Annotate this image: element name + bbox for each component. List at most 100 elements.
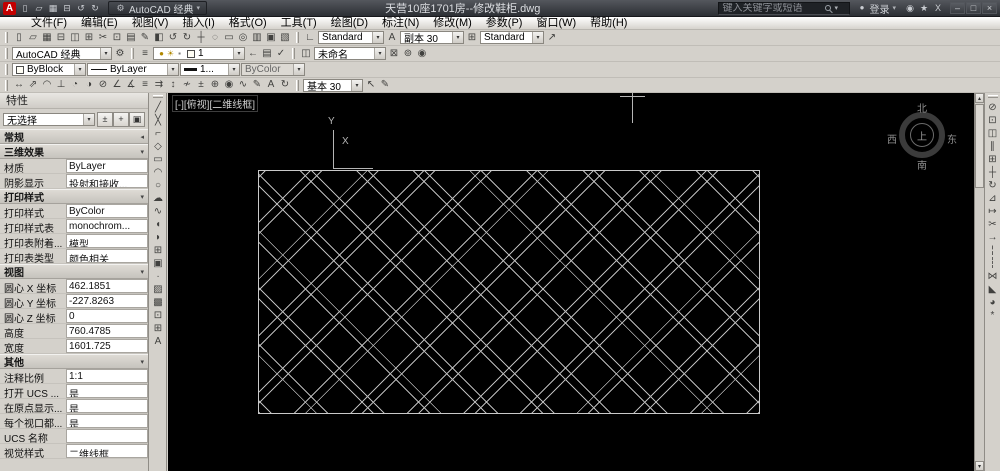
chevron-down-icon[interactable]: ▾: [83, 114, 94, 125]
property-value[interactable]: 462.1851: [66, 279, 148, 293]
search-icon[interactable]: [825, 5, 831, 11]
property-value[interactable]: 二维线框: [66, 444, 148, 458]
toolbar-grip[interactable]: [131, 48, 134, 59]
property-value[interactable]: [66, 429, 148, 443]
hatch-icon[interactable]: ▨: [151, 283, 165, 296]
toolbar-grip[interactable]: [5, 64, 8, 75]
dim-continue-icon[interactable]: ⇉: [152, 79, 166, 92]
property-value[interactable]: 760.4785: [66, 324, 148, 338]
toolbar-grip[interactable]: [5, 80, 8, 91]
multileader-edit-icon[interactable]: ✎: [378, 79, 392, 92]
section-collapse-icon[interactable]: ◂: [140, 133, 144, 141]
zoom-window-icon[interactable]: ▭: [222, 31, 236, 44]
layer-properties-icon[interactable]: ≡: [138, 47, 152, 60]
line-icon[interactable]: ╱: [151, 101, 165, 114]
lineweight-combo[interactable]: 1... ▾: [180, 63, 240, 76]
section-collapse-icon[interactable]: ▾: [140, 358, 144, 366]
copy-icon[interactable]: ⊡: [110, 31, 124, 44]
layer-state-icon[interactable]: ▤: [260, 47, 274, 60]
menu-item-3[interactable]: 视图(V): [125, 17, 176, 30]
toolbar-grip[interactable]: [5, 32, 8, 43]
zoom-extents-icon[interactable]: ⊠: [387, 47, 401, 60]
text-style-icon[interactable]: A: [385, 31, 399, 44]
dim-edit-icon[interactable]: ✎: [250, 79, 264, 92]
menu-item-5[interactable]: 格式(O): [222, 17, 274, 30]
workspace-settings-icon[interactable]: ⚙: [113, 47, 127, 60]
selection-combo[interactable]: 无选择 ▾: [3, 113, 95, 126]
property-value[interactable]: 投射和接收...: [66, 174, 148, 188]
chevron-down-icon[interactable]: ▾: [233, 48, 244, 59]
autocad-logo-icon[interactable]: A: [3, 2, 16, 15]
property-section-header-3[interactable]: 打印样式▾: [0, 189, 148, 204]
redo-icon[interactable]: ↻: [88, 2, 102, 15]
layer-on-icon[interactable]: ●: [157, 47, 166, 60]
pan-icon[interactable]: ┼: [194, 31, 208, 44]
search-options-icon[interactable]: ▾: [834, 4, 838, 12]
toolbar-grip[interactable]: [292, 48, 295, 59]
workspace-switcher[interactable]: ⚙ AutoCAD 经典 ▾: [108, 1, 207, 15]
make-current-icon[interactable]: ✓: [274, 47, 288, 60]
menu-item-4[interactable]: 插入(I): [175, 17, 221, 30]
property-value[interactable]: 颜色相关: [66, 249, 148, 263]
polyline-icon[interactable]: ⌐: [151, 127, 165, 140]
design-center-icon[interactable]: ▣: [264, 31, 278, 44]
quick-select-icon[interactable]: +: [113, 112, 129, 127]
menu-item-9[interactable]: 修改(M): [426, 17, 479, 30]
trim-icon[interactable]: ✂: [986, 218, 1000, 231]
favorites-icon[interactable]: ★: [917, 2, 931, 15]
dim-angular-icon[interactable]: ∠: [110, 79, 124, 92]
dim-arc-length-icon[interactable]: ◠: [40, 79, 54, 92]
rotate-icon[interactable]: ↻: [986, 179, 1000, 192]
layer-lock-icon[interactable]: ▪: [175, 47, 184, 60]
scroll-up-icon[interactable]: ▴: [975, 93, 984, 103]
menu-item-6[interactable]: 工具(T): [274, 17, 324, 30]
center-mark-icon[interactable]: ⊕: [208, 79, 222, 92]
close-icon[interactable]: ×: [982, 2, 997, 14]
drawing-vertical-line[interactable]: [632, 93, 633, 123]
new-icon[interactable]: ▯: [18, 2, 32, 15]
polygon-icon[interactable]: ◇: [151, 140, 165, 153]
minimize-icon[interactable]: –: [950, 2, 965, 14]
dim-aligned-icon[interactable]: ⇗: [26, 79, 40, 92]
match-properties-icon[interactable]: ✎: [138, 31, 152, 44]
dim-linear-icon[interactable]: ↔: [12, 79, 26, 92]
plot-icon[interactable]: ⊟: [54, 31, 68, 44]
toolbar-grip[interactable]: [153, 95, 163, 98]
select-objects-icon[interactable]: ▣: [129, 112, 145, 127]
orbit-icon[interactable]: ⊚: [401, 47, 415, 60]
break-icon[interactable]: ┆: [986, 257, 1000, 270]
zoom-realtime-icon[interactable]: ◌: [208, 31, 222, 44]
dim-break-icon[interactable]: ≁: [180, 79, 194, 92]
scrollbar-thumb[interactable]: [975, 104, 984, 188]
menu-item-2[interactable]: 编辑(E): [74, 17, 125, 30]
gear-icon[interactable]: ⚙: [115, 2, 126, 15]
dim-diameter-icon[interactable]: ⊘: [96, 79, 110, 92]
dim-inspect-icon[interactable]: ◉: [222, 79, 236, 92]
chevron-down-icon[interactable]: ▾: [167, 64, 178, 75]
layer-previous-icon[interactable]: ←: [246, 47, 260, 60]
property-value[interactable]: 模型: [66, 234, 148, 248]
stretch-icon[interactable]: ↦: [986, 205, 1000, 218]
viewport-controls[interactable]: [-][俯视][二维线框]: [172, 95, 258, 112]
dim-jog-line-icon[interactable]: ∿: [236, 79, 250, 92]
table-icon[interactable]: ⊞: [151, 322, 165, 335]
circle-icon[interactable]: ○: [151, 179, 165, 192]
rectangle-icon[interactable]: ▭: [151, 153, 165, 166]
insert-block-icon[interactable]: ⊞: [151, 244, 165, 257]
redo-icon[interactable]: ↻: [180, 31, 194, 44]
table-style-combo[interactable]: Standard ▾: [480, 31, 544, 44]
spline-icon[interactable]: ∿: [151, 205, 165, 218]
arc-icon[interactable]: ◠: [151, 166, 165, 179]
revision-cloud-icon[interactable]: ☁: [151, 192, 165, 205]
property-section-header-2[interactable]: 三维效果▾: [0, 144, 148, 159]
chevron-down-icon[interactable]: ▾: [351, 80, 362, 91]
dim-text-edit-icon[interactable]: A: [264, 79, 278, 92]
publish-icon[interactable]: ⊞: [82, 31, 96, 44]
chevron-down-icon[interactable]: ▾: [452, 32, 463, 43]
save-icon[interactable]: ▦: [40, 31, 54, 44]
array-icon[interactable]: ⊞: [986, 153, 1000, 166]
dim-style-icon[interactable]: ∟: [303, 31, 317, 44]
block-editor-icon[interactable]: ◧: [152, 31, 166, 44]
properties-icon[interactable]: ▥: [250, 31, 264, 44]
toolbar-grip[interactable]: [296, 32, 299, 43]
